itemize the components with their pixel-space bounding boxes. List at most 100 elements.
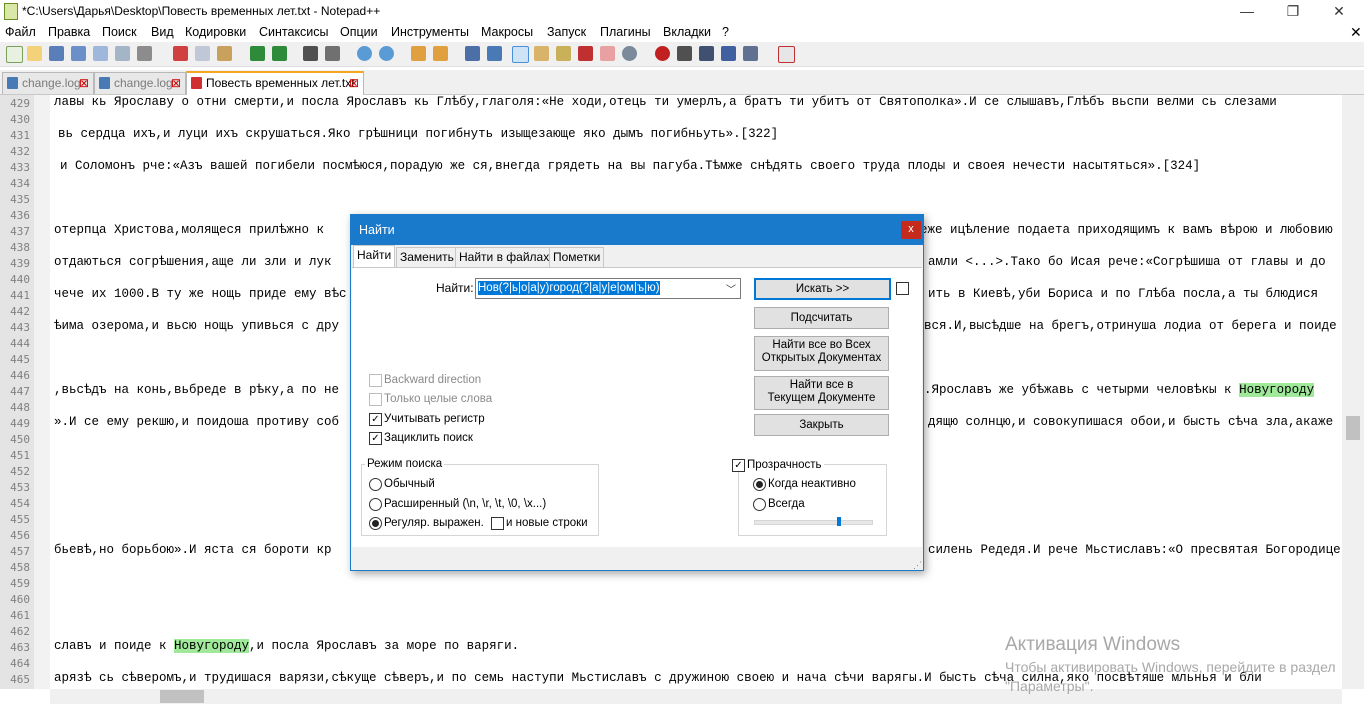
- close-dialog-button[interactable]: Закрыть: [754, 414, 889, 436]
- tab-mark[interactable]: Пометки: [549, 247, 605, 268]
- undo-icon[interactable]: [250, 46, 265, 61]
- backward-direction-checkbox[interactable]: [369, 374, 382, 387]
- save-icon[interactable]: [49, 46, 64, 61]
- zoom-out-icon[interactable]: [379, 46, 394, 61]
- tab-change-log-2[interactable]: change.log ⊠: [94, 72, 186, 94]
- text-line: вся.И,высѣдше на брегъ,отринуша лодиа от…: [924, 319, 1337, 333]
- user-language-icon[interactable]: [534, 46, 549, 61]
- tab-close-icon[interactable]: ⊠: [349, 73, 359, 93]
- count-button[interactable]: Подсчитать: [754, 307, 889, 329]
- text-line: амли <...>.Тако бо Исая рече:«Согрѣшиша …: [928, 255, 1326, 269]
- text-line: .Ярославъ же убѣжавь с четырми человѣкы …: [924, 383, 1315, 397]
- menu-file[interactable]: Файл: [5, 25, 36, 39]
- close-all-icon[interactable]: [115, 46, 130, 61]
- redo-icon[interactable]: [272, 46, 287, 61]
- text-line: ».И се ему рекшю,и поидоша противу соб: [54, 415, 340, 429]
- tab-close-icon[interactable]: ⊠: [171, 73, 181, 93]
- vertical-scroll-thumb[interactable]: [1346, 416, 1360, 440]
- cut-icon[interactable]: [173, 46, 188, 61]
- dialog-close-button[interactable]: x: [901, 221, 921, 239]
- text-segment: славъ и поиде к: [54, 639, 175, 653]
- wrap-around-checkbox[interactable]: ✓: [369, 432, 382, 445]
- tab-bar: change.log ⊠ change.log ⊠ Повесть времен…: [0, 70, 1364, 96]
- tab-find[interactable]: Найти: [353, 245, 396, 268]
- menu-syntax[interactable]: Синтаксисы: [259, 25, 329, 39]
- search-mode-extended-radio[interactable]: [369, 498, 382, 511]
- find-all-open-docs-button[interactable]: Найти все во Всех Открытых Документах: [754, 336, 889, 371]
- menu-view[interactable]: Вид: [151, 25, 174, 39]
- replace-icon[interactable]: [325, 46, 340, 61]
- search-mode-regex-radio[interactable]: [369, 517, 382, 530]
- menu-encoding[interactable]: Кодировки: [185, 25, 246, 39]
- tab-replace[interactable]: Заменить: [396, 247, 458, 268]
- show-all-chars-icon[interactable]: [487, 46, 502, 61]
- close-file-icon[interactable]: [93, 46, 108, 61]
- document-close-icon[interactable]: ✕: [1350, 24, 1362, 41]
- menu-bar: Файл Правка Поиск Вид Кодировки Синтакси…: [0, 22, 1364, 42]
- text-line: славъ и поиде к Новугороду,и посла Яросл…: [54, 639, 519, 653]
- transparency-checkbox[interactable]: ✓: [732, 459, 745, 472]
- line-number: 451: [10, 449, 30, 462]
- menu-tabs[interactable]: Вкладки: [663, 25, 711, 39]
- save-macro-icon[interactable]: [743, 46, 758, 61]
- tab-close-icon[interactable]: ⊠: [79, 73, 89, 93]
- tab-povest[interactable]: Повесть временных лет.txt ⊠: [186, 71, 364, 96]
- paste-icon[interactable]: [217, 46, 232, 61]
- fold-margin: [34, 95, 50, 689]
- menu-edit[interactable]: Правка: [48, 25, 90, 39]
- menu-macros[interactable]: Макросы: [481, 25, 533, 39]
- open-file-icon[interactable]: [27, 46, 42, 61]
- search-button[interactable]: Искать >>: [754, 278, 891, 300]
- button-label-line: Найти все в: [789, 379, 854, 391]
- chevron-down-icon[interactable]: ﹀: [726, 281, 736, 296]
- horizontal-scroll-thumb[interactable]: [160, 690, 204, 703]
- folder-workspace-icon[interactable]: [600, 46, 615, 61]
- maximize-button[interactable]: ❐: [1270, 0, 1316, 22]
- sync-vertical-icon[interactable]: [411, 46, 426, 61]
- print-icon[interactable]: [137, 46, 152, 61]
- stop-macro-icon[interactable]: [677, 46, 692, 61]
- find-all-current-doc-button[interactable]: Найти все в Текущем Документе: [754, 376, 889, 410]
- resize-grip-icon[interactable]: ⋰: [913, 560, 922, 571]
- find-input[interactable]: Нов(?|ь|о|а|у)город(?|а|у|е|ом|ъ|ю) ﹀: [475, 278, 741, 299]
- text-line: еже ицѣление подаета приходящимъ к вамъ …: [920, 223, 1333, 237]
- play-macro-icon[interactable]: [699, 46, 714, 61]
- tab-change-log-1[interactable]: change.log ⊠: [2, 72, 94, 94]
- new-file-icon[interactable]: [6, 46, 23, 63]
- spellcheck-icon[interactable]: [778, 46, 795, 63]
- transparency-always-radio[interactable]: [753, 498, 766, 511]
- vertical-scrollbar[interactable]: [1342, 95, 1364, 689]
- document-map-icon[interactable]: [556, 46, 571, 61]
- indent-guide-icon[interactable]: [512, 46, 529, 63]
- find-icon[interactable]: [303, 46, 318, 61]
- transparency-slider-thumb[interactable]: [836, 517, 841, 526]
- menu-tools[interactable]: Инструменты: [391, 25, 469, 39]
- function-list-icon[interactable]: [578, 46, 593, 61]
- whole-word-checkbox[interactable]: [369, 393, 382, 406]
- menu-run[interactable]: Запуск: [547, 25, 586, 39]
- save-all-icon[interactable]: [71, 46, 86, 61]
- menu-search[interactable]: Поиск: [102, 25, 137, 39]
- menu-options[interactable]: Опции: [340, 25, 378, 39]
- transparency-slider[interactable]: [754, 520, 873, 525]
- copy-icon[interactable]: [195, 46, 210, 61]
- transparency-on-inactive-radio[interactable]: [753, 478, 766, 491]
- minimize-button[interactable]: —: [1224, 0, 1270, 22]
- text-line: отдаються согрѣшения,аще ли зли и лук: [54, 255, 332, 269]
- dot-matches-newline-checkbox[interactable]: [491, 517, 504, 530]
- menu-plugins[interactable]: Плагины: [600, 25, 651, 39]
- monitoring-icon[interactable]: [622, 46, 637, 61]
- tab-find-in-files[interactable]: Найти в файлах: [455, 247, 554, 268]
- dialog-title-bar[interactable]: Найти x: [351, 215, 923, 245]
- word-wrap-icon[interactable]: [465, 46, 480, 61]
- match-case-checkbox[interactable]: ✓: [369, 413, 382, 426]
- zoom-in-icon[interactable]: [357, 46, 372, 61]
- search-options-checkbox[interactable]: [896, 282, 909, 295]
- menu-help[interactable]: ?: [722, 25, 729, 39]
- search-mode-normal-radio[interactable]: [369, 478, 382, 491]
- run-macro-multiple-icon[interactable]: [721, 46, 736, 61]
- close-button[interactable]: ✕: [1316, 0, 1362, 22]
- sync-horizontal-icon[interactable]: [433, 46, 448, 61]
- record-macro-icon[interactable]: [655, 46, 670, 61]
- title-bar: *C:\Users\Дарья\Desktop\Повесть временны…: [0, 0, 1364, 22]
